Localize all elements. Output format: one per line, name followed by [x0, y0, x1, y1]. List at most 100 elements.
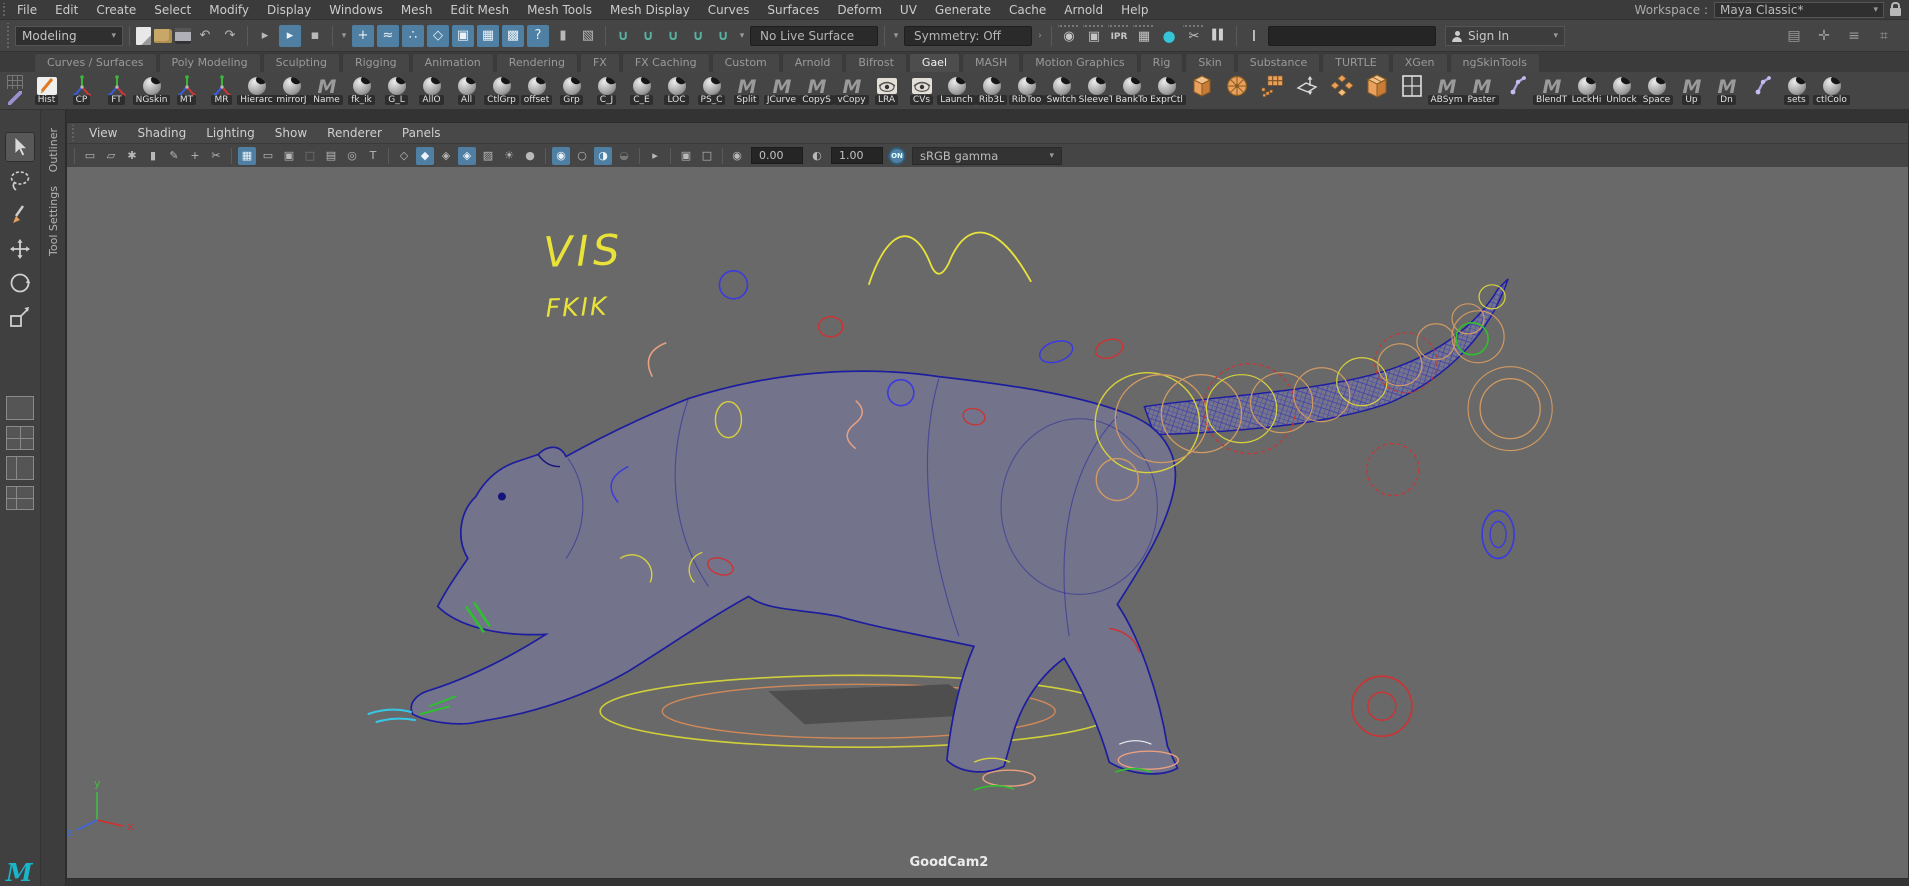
menu-item[interactable]: UV: [891, 1, 926, 19]
panel-toolbar-icon[interactable]: [74, 148, 75, 164]
render-region-icon[interactable]: ▣: [1083, 25, 1105, 47]
highlight-selection-icon[interactable]: ▧: [577, 25, 599, 47]
shelf-tab[interactable]: Rig: [1140, 53, 1184, 72]
layout-split-button[interactable]: [6, 456, 34, 480]
shelf-item[interactable]: [1395, 74, 1428, 105]
shelf-item[interactable]: Rib3L: [975, 74, 1008, 105]
layout-four-view-button[interactable]: [6, 426, 34, 450]
toggle-modeling-toolkit-icon[interactable]: ⌗: [1873, 25, 1895, 47]
contrast-icon[interactable]: ◐: [808, 147, 826, 165]
film-gate-icon[interactable]: ▭: [259, 147, 277, 165]
paint-select-tool[interactable]: [5, 200, 35, 230]
shelf-tab[interactable]: XGen: [1392, 53, 1448, 72]
panel-menu-item[interactable]: Renderer: [317, 124, 392, 142]
shelf-tab[interactable]: Custom: [712, 53, 780, 72]
live-surface-field[interactable]: No Live Surface: [750, 26, 878, 46]
shelf-item[interactable]: Up: [1675, 74, 1708, 105]
shelf-item[interactable]: Name: [310, 74, 343, 105]
numeric-input-icon[interactable]: I: [1243, 25, 1265, 47]
undo-icon[interactable]: ↶: [194, 25, 216, 47]
shelf-tab[interactable]: ngSkinTools: [1450, 53, 1540, 72]
menu-item[interactable]: Edit Mesh: [441, 1, 518, 19]
wireframe-display-icon[interactable]: ◇: [395, 147, 413, 165]
menu-item[interactable]: Display: [258, 1, 320, 19]
motion-blur-icon[interactable]: ○: [573, 147, 591, 165]
shelf-item[interactable]: mirrorJ: [275, 74, 308, 105]
shelf-item[interactable]: offset: [520, 74, 553, 105]
safe-action-icon[interactable]: ◎: [343, 147, 361, 165]
shelf-tab[interactable]: FX Caching: [622, 53, 710, 72]
symmetry-field[interactable]: Symmetry: Off: [904, 26, 1032, 46]
wireframe-on-shaded-icon[interactable]: ◈: [458, 147, 476, 165]
xray-joints-icon[interactable]: □: [698, 147, 716, 165]
camera-attributes-icon[interactable]: ▱: [102, 147, 120, 165]
camera-settings-icon[interactable]: ✱: [123, 147, 141, 165]
panel-toolbar-icon[interactable]: [545, 148, 546, 164]
shelf-item[interactable]: BlendT: [1535, 74, 1568, 105]
select-component-icon[interactable]: ▪: [304, 25, 326, 47]
shelf-item[interactable]: Hierarc: [240, 74, 273, 105]
shelf-item[interactable]: PS_C: [695, 74, 728, 105]
snap-curve-icon[interactable]: ≈: [377, 25, 399, 47]
textured-display-icon[interactable]: ◈: [437, 147, 455, 165]
shelf-item[interactable]: CopyS: [800, 74, 833, 105]
magnet-grid-icon[interactable]: ∪: [612, 25, 634, 47]
shelf-item[interactable]: All: [450, 74, 483, 105]
menubar-grip[interactable]: [1, 3, 7, 16]
toggle-channel-box-icon[interactable]: ≡: [1843, 25, 1865, 47]
select-hierarchy-icon[interactable]: ▸: [254, 25, 276, 47]
ipr-render-icon[interactable]: IPR: [1108, 25, 1130, 47]
shelf-item[interactable]: LRA: [870, 74, 903, 105]
panel-toolbar-icon[interactable]: [639, 148, 640, 164]
new-scene-icon[interactable]: [136, 27, 151, 45]
shelf-tab[interactable]: Gael: [909, 53, 960, 72]
contrast-field[interactable]: 1.00: [831, 147, 883, 164]
shelf-item[interactable]: LOC: [660, 74, 693, 105]
colorspace-dropdown[interactable]: sRGB gamma ▾: [912, 147, 1062, 165]
shelf-item[interactable]: Unlock: [1605, 74, 1638, 105]
snap-plane-icon[interactable]: ◇: [427, 25, 449, 47]
panel-grip[interactable]: [70, 125, 76, 141]
redo-icon[interactable]: ↷: [219, 25, 241, 47]
toolbar-grip[interactable]: [5, 23, 11, 48]
panel-toolbar-icon[interactable]: [388, 148, 389, 164]
toolbar-icon[interactable]: [247, 26, 248, 46]
menu-set-dropdown[interactable]: Modeling ▾: [15, 26, 123, 46]
layout-outliner-persp-button[interactable]: [6, 486, 34, 510]
magnet-live-icon[interactable]: ∪: [712, 25, 734, 47]
shelf-item[interactable]: [1360, 74, 1393, 105]
scale-tool[interactable]: [5, 302, 35, 332]
ambient-occlusion-icon[interactable]: ◉: [552, 147, 570, 165]
field-chart-icon[interactable]: ▤: [322, 147, 340, 165]
shelf-item[interactable]: FT: [100, 74, 133, 105]
shelf-item[interactable]: Switch: [1045, 74, 1078, 105]
shadows-toggle-icon[interactable]: ●: [521, 147, 539, 165]
default-material-icon[interactable]: ▨: [479, 147, 497, 165]
shelf-item[interactable]: fk_ik: [345, 74, 378, 105]
shelf-item[interactable]: sets: [1780, 74, 1813, 105]
shelf-tab[interactable]: Poly Modeling: [159, 53, 261, 72]
resolution-gate-icon[interactable]: ▣: [280, 147, 298, 165]
isolate-select-icon[interactable]: ▸: [646, 147, 664, 165]
shelf-item[interactable]: NGskin: [135, 74, 168, 105]
lighting-toggle-icon[interactable]: ☀: [500, 147, 518, 165]
rotate-tool[interactable]: [5, 268, 35, 298]
shelf-menu-icon[interactable]: [7, 75, 23, 89]
toolbar-icon[interactable]: [129, 26, 130, 46]
toolbar-icon[interactable]: [884, 26, 885, 46]
side-panel-tab[interactable]: Tool Settings: [47, 186, 60, 256]
color-management-toggle[interactable]: ON: [888, 147, 906, 165]
render-setup-icon[interactable]: ✂: [1183, 25, 1205, 47]
panel-toolbar-icon[interactable]: [722, 148, 723, 164]
bookmark-icon[interactable]: ▮: [144, 147, 162, 165]
numeric-input-field[interactable]: [1268, 26, 1436, 46]
render-frame-icon[interactable]: ◉: [1058, 25, 1080, 47]
select-tool[interactable]: [5, 132, 35, 162]
shelf-item[interactable]: SleeveT: [1080, 74, 1113, 105]
toggle-attribute-editor-icon[interactable]: ▤: [1783, 25, 1805, 47]
shelf-item[interactable]: AllO: [415, 74, 448, 105]
menu-item[interactable]: Modify: [200, 1, 258, 19]
save-scene-icon[interactable]: [175, 28, 191, 44]
panel-menu-item[interactable]: Panels: [392, 124, 451, 142]
shelf-tab[interactable]: Motion Graphics: [1022, 53, 1137, 72]
